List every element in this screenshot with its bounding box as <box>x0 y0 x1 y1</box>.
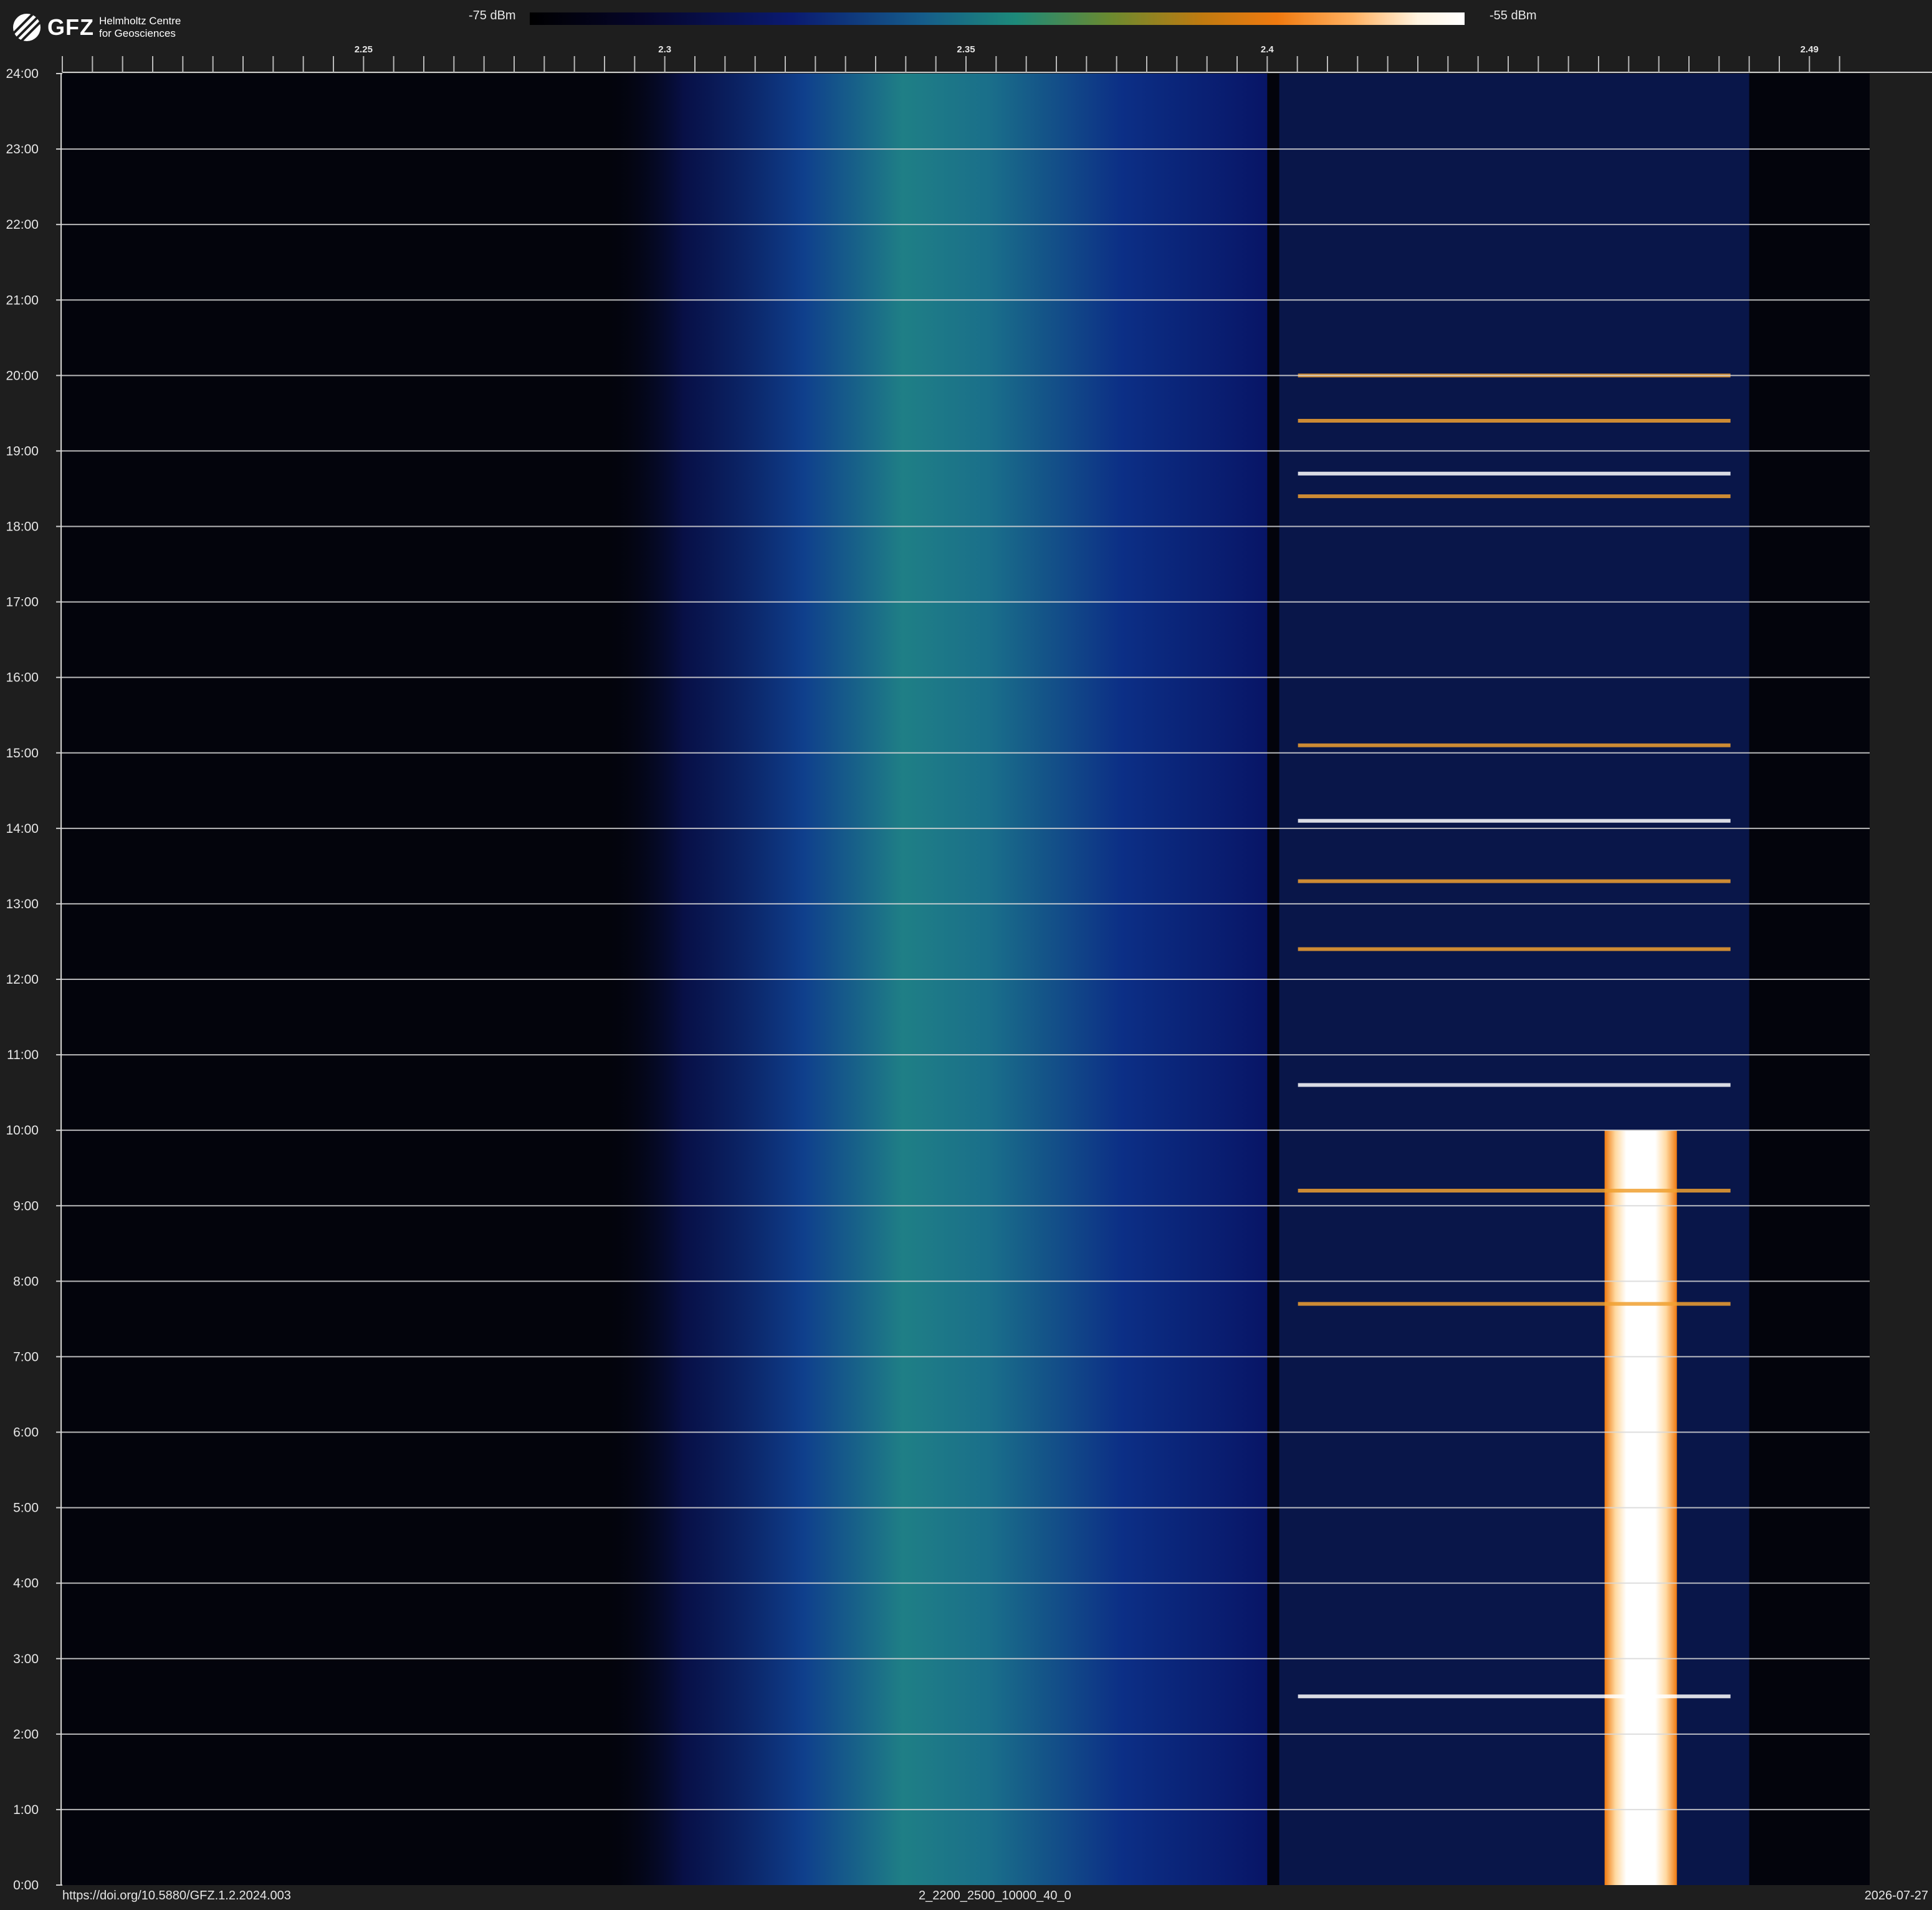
y-tick-label: 3:00 <box>13 1652 39 1666</box>
burst-line <box>1298 1189 1731 1193</box>
y-tick-label: 2:00 <box>13 1727 39 1742</box>
burst-line <box>1298 1302 1731 1306</box>
y-tick-label: 1:00 <box>13 1803 39 1817</box>
y-tick-label: 24:00 <box>6 67 39 81</box>
y-tick-label: 20:00 <box>6 368 39 383</box>
y-tick-label: 22:00 <box>6 218 39 232</box>
burst-line <box>1298 879 1731 883</box>
x-axis: 2.25 2.3 2.35 2.4 2.49 <box>62 44 1932 73</box>
y-tick-label: 12:00 <box>6 972 39 987</box>
burst-line <box>1298 1083 1731 1087</box>
footer-date: 2026-07-27 <box>1864 1889 1928 1903</box>
x-tick-label: 2.35 <box>957 44 975 55</box>
x-tick-label: 2.25 <box>355 44 373 55</box>
y-tick-label: 19:00 <box>6 444 39 458</box>
burst-line <box>1298 1694 1731 1699</box>
y-tick-label: 17:00 <box>6 595 39 610</box>
y-axis: 0:00 1:00 2:00 3:00 4:00 5:00 6:00 7:00 8:00 9:00… <box>6 67 62 1893</box>
burst-line <box>1298 418 1731 423</box>
y-tick-label: 6:00 <box>13 1426 39 1440</box>
y-tick-label: 13:00 <box>6 897 39 911</box>
y-tick-label: 0:00 <box>13 1878 39 1893</box>
x-tick-label: 2.3 <box>658 44 671 55</box>
y-tick-label: 14:00 <box>6 822 39 836</box>
x-tick-label: 2.4 <box>1261 44 1274 55</box>
y-tick-label: 10:00 <box>6 1123 39 1138</box>
burst-line <box>1298 494 1731 499</box>
x-tick-label: 2.49 <box>1800 44 1819 55</box>
y-tick-label: 18:00 <box>6 520 39 534</box>
y-tick-label: 7:00 <box>13 1350 39 1364</box>
y-tick-label: 21:00 <box>6 293 39 307</box>
y-tick-label: 23:00 <box>6 142 39 156</box>
spectrogram-chart: 2.25 2.3 2.35 2.4 2.49 0:00 1:00 2:00 3:00 4:00 5… <box>6 44 1932 1893</box>
y-tick-label: 4:00 <box>13 1576 39 1591</box>
y-tick-label: 11:00 <box>7 1048 39 1062</box>
y-tick-label: 16:00 <box>6 671 39 685</box>
burst-line <box>1298 818 1731 823</box>
footer-doi-link[interactable]: https://doi.org/10.5880/GFZ.1.2.2024.003 <box>62 1889 291 1903</box>
y-tick-label: 9:00 <box>13 1199 39 1213</box>
y-tick-label: 5:00 <box>13 1501 39 1515</box>
y-tick-label: 8:00 <box>13 1274 39 1289</box>
burst-line <box>1298 947 1731 951</box>
footer-dataset-code: 2_2200_2500_10000_40_0 <box>919 1889 1071 1903</box>
y-tick-label: 15:00 <box>6 746 39 761</box>
burst-line <box>1298 743 1731 747</box>
burst-line <box>1298 471 1731 476</box>
